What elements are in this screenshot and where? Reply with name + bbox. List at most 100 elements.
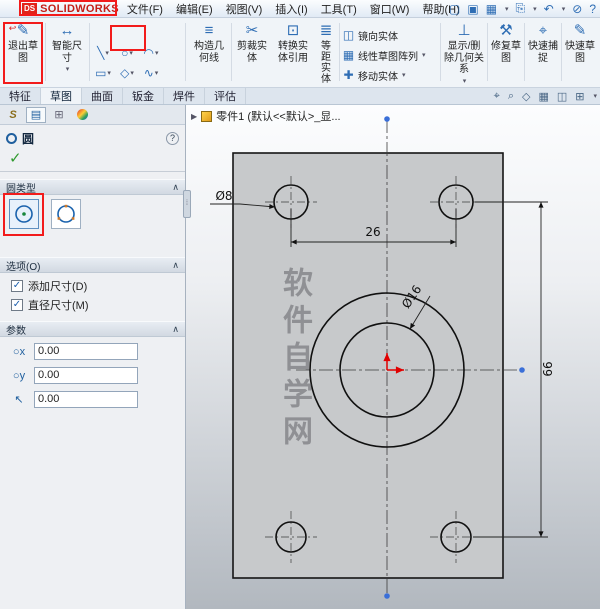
dimension-26-text[interactable]: 26 bbox=[365, 225, 380, 239]
perimeter-circle-type-button[interactable] bbox=[51, 199, 81, 229]
rectangle-icon: ▭ bbox=[95, 66, 107, 80]
construction-geometry-icon: ≡ bbox=[204, 22, 214, 39]
display-style-icon[interactable]: ◇ bbox=[522, 90, 530, 103]
menu-view[interactable]: 视图(V) bbox=[226, 1, 263, 17]
save-dropdown-icon[interactable]: ▾ bbox=[505, 5, 509, 13]
line-icon: ╲ bbox=[97, 46, 105, 60]
add-dimension-label: 添加尺寸(D) bbox=[28, 281, 88, 293]
property-manager-panel: S ▤ ⊞ 圆 ? ✓ 圆类型 ∧ 选项(O) ∧ ✓ 添加尺寸(D) ✓ 直径… bbox=[0, 105, 186, 609]
collapse-icon[interactable]: ∧ bbox=[172, 324, 179, 335]
tab-weldments[interactable]: 焊件 bbox=[164, 88, 205, 104]
rapid-sketch-icon: ✎ bbox=[573, 22, 587, 39]
perimeter-circle-icon bbox=[57, 204, 75, 223]
open-document-icon[interactable]: ▣ bbox=[467, 2, 478, 16]
heads-up-toolbar: ⌖ ⌕ ◇ ▦ ◫ ⊞ ▾ bbox=[494, 88, 597, 104]
mirror-entities-button[interactable]: ◫ 镜向实体 bbox=[342, 26, 438, 44]
graphics-area[interactable]: ▶ 零件1 (默认<<默认>_显... 26 66 Ø8 Ø16 软件自学网 bbox=[186, 105, 600, 609]
options-section-header[interactable]: 选项(O) ∧ bbox=[0, 257, 185, 273]
dimension-66-text[interactable]: 66 bbox=[541, 361, 555, 376]
view-settings-icon[interactable]: ⊞ bbox=[575, 90, 584, 103]
center-x-icon: ○x bbox=[12, 345, 26, 358]
new-document-icon[interactable]: ▢ bbox=[449, 2, 460, 16]
divider bbox=[0, 171, 185, 172]
tab-features[interactable]: 特征 bbox=[0, 88, 41, 104]
panel-header: 圆 ? bbox=[0, 129, 185, 147]
quick-snaps-button[interactable]: ⌖ 快速捕捉 bbox=[526, 22, 560, 64]
center-x-field[interactable]: 0.00 bbox=[34, 343, 138, 360]
trim-entities-icon: ✂ bbox=[245, 22, 259, 39]
repair-sketch-icon: ⚒ bbox=[499, 22, 513, 39]
print-icon[interactable]: ⎘ bbox=[516, 1, 526, 16]
diameter-dimension-option[interactable]: ✓ 直径尺寸(M) bbox=[11, 297, 89, 313]
undo-icon[interactable]: ↶ bbox=[544, 2, 554, 16]
convert-entities-button[interactable]: ⊡ 转换实体引用 bbox=[273, 22, 313, 64]
tab-surfaces[interactable]: 曲面 bbox=[82, 88, 123, 104]
collapse-icon[interactable]: ∧ bbox=[172, 182, 179, 193]
menu-insert[interactable]: 插入(I) bbox=[275, 1, 307, 17]
featuremanager-tab-icon[interactable]: S bbox=[3, 107, 23, 123]
construction-geometry-button[interactable]: ≡ 构造几何线 bbox=[188, 22, 230, 64]
radius-parameter: ↖ 0.00 bbox=[9, 391, 138, 408]
solidworks-window: DS SOLIDWORKS 文件(F) 编辑(E) 视图(V) 插入(I) 工具… bbox=[0, 0, 600, 609]
help-icon[interactable]: ? bbox=[166, 131, 179, 145]
tab-sheet-metal[interactable]: 钣金 bbox=[123, 88, 164, 104]
smart-dimension-icon: ↔ bbox=[59, 22, 75, 39]
panel-splitter-handle[interactable]: ⁞ bbox=[183, 190, 191, 218]
menu-window[interactable]: 窗口(W) bbox=[370, 1, 410, 17]
search-icon[interactable]: ⌕ bbox=[508, 90, 514, 103]
offset-entities-icon: ≣ bbox=[319, 22, 333, 39]
circle-command-icon bbox=[6, 132, 17, 144]
help-menu-icon[interactable]: ? bbox=[589, 2, 596, 16]
linear-pattern-button[interactable]: ▦ 线性草图阵列 ▾ bbox=[342, 46, 438, 64]
menu-tools[interactable]: 工具(T) bbox=[321, 1, 357, 17]
appearances-tab-icon[interactable] bbox=[72, 107, 92, 123]
highlight-exit-sketch-box bbox=[3, 22, 43, 84]
spline-tool[interactable]: ∿ ▾ bbox=[139, 63, 163, 83]
convert-entities-icon: ⊡ bbox=[286, 22, 300, 39]
move-entities-icon: ✚ bbox=[343, 68, 354, 82]
tab-sketch[interactable]: 草图 bbox=[41, 88, 82, 104]
undo-dropdown-icon[interactable]: ▾ bbox=[562, 5, 566, 13]
offset-entities-button[interactable]: ≣ 等距实体 bbox=[316, 22, 336, 85]
dimension-d8-text[interactable]: Ø8 bbox=[215, 189, 232, 203]
view-settings-dropdown-icon[interactable]: ▾ bbox=[593, 92, 597, 100]
document-title[interactable]: 零件1 (默认<<默认>_显... bbox=[216, 108, 340, 124]
select-icon[interactable]: ⊘ bbox=[572, 2, 582, 16]
rapid-sketch-button[interactable]: ✎ 快速草图 bbox=[563, 22, 597, 64]
radius-field[interactable]: 0.00 bbox=[34, 391, 138, 408]
polygon-tool[interactable]: ◇ ▾ bbox=[115, 63, 139, 83]
center-y-icon: ○y bbox=[12, 369, 26, 382]
radius-icon: ↖ bbox=[14, 394, 24, 406]
selection-filter-icon[interactable]: ⌖ bbox=[494, 90, 500, 103]
print-dropdown-icon[interactable]: ▾ bbox=[533, 5, 537, 13]
configurationmanager-tab-icon[interactable]: ⊞ bbox=[49, 107, 69, 123]
repair-sketch-button[interactable]: ⚒ 修复草图 bbox=[489, 22, 523, 64]
relations-icon: ⊥ bbox=[457, 22, 471, 39]
command-manager-ribbon: ↩✎ 退出草图 ↔ 智能尺寸 ▾ ╲▾ ○▾ ◠▾ ▭▾ ◇▾ ∿▾ ◟▾ ⊙▾… bbox=[0, 18, 600, 100]
parameters-section-header[interactable]: 参数 ∧ bbox=[0, 321, 185, 337]
tab-evaluate[interactable]: 评估 bbox=[205, 88, 246, 104]
ok-button[interactable]: ✓ bbox=[9, 149, 22, 167]
smart-dimension-button[interactable]: ↔ 智能尺寸 ▾ bbox=[47, 22, 87, 73]
section-view-icon[interactable]: ◫ bbox=[557, 90, 567, 103]
linear-pattern-icon: ▦ bbox=[342, 48, 355, 62]
diameter-dimension-checkbox[interactable]: ✓ bbox=[11, 299, 23, 311]
save-icon[interactable]: ▦ bbox=[486, 2, 497, 16]
menu-file[interactable]: 文件(F) bbox=[127, 1, 163, 17]
center-x-parameter: ○x 0.00 bbox=[9, 343, 138, 360]
rectangle-tool[interactable]: ▭ ▾ bbox=[91, 63, 115, 83]
smart-dimension-dropdown-icon[interactable]: ▾ bbox=[66, 65, 70, 73]
menu-edit[interactable]: 编辑(E) bbox=[176, 1, 213, 17]
add-dimension-checkbox[interactable]: ✓ bbox=[11, 280, 23, 292]
collapse-icon[interactable]: ∧ bbox=[172, 260, 179, 271]
flyout-arrow-icon[interactable]: ▶ bbox=[191, 112, 197, 121]
trim-entities-button[interactable]: ✂ 剪裁实体 bbox=[233, 22, 271, 64]
move-entities-button[interactable]: ✚ 移动实体 ▾ bbox=[342, 66, 438, 84]
display-delete-relations-button[interactable]: ⊥ 显示/删除几何关系 ▾ bbox=[442, 22, 486, 85]
sketch-viewport[interactable]: 26 66 Ø8 Ø16 bbox=[186, 105, 600, 609]
add-dimension-option[interactable]: ✓ 添加尺寸(D) bbox=[11, 278, 87, 294]
center-y-field[interactable]: 0.00 bbox=[34, 367, 138, 384]
highlight-circle-type-box bbox=[3, 193, 44, 236]
propertymanager-tab-icon[interactable]: ▤ bbox=[26, 106, 46, 123]
grid-view-icon[interactable]: ▦ bbox=[538, 90, 548, 103]
